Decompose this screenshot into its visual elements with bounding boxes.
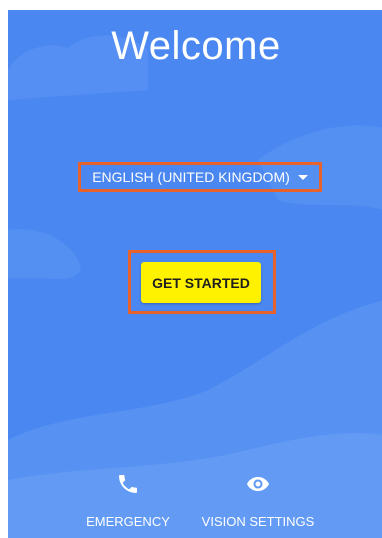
vision-settings-label: VISION SETTINGS — [201, 514, 315, 529]
welcome-title: Welcome — [111, 24, 281, 68]
get-started-button[interactable]: GET STARTED — [141, 262, 261, 303]
vision-settings-button[interactable]: VISION SETTINGS — [194, 472, 322, 529]
emergency-label: EMERGENCY — [86, 514, 170, 529]
caret-down-icon — [297, 175, 308, 180]
phone-icon — [119, 475, 137, 493]
emergency-button[interactable]: EMERGENCY — [84, 472, 172, 529]
language-selector[interactable]: ENGLISH (UNITED KINGDOM) — [78, 162, 322, 192]
welcome-screen: Welcome ENGLISH (UNITED KINGDOM) GET STA… — [8, 10, 382, 538]
eye-icon — [247, 477, 269, 491]
language-label: ENGLISH (UNITED KINGDOM) — [92, 169, 290, 185]
